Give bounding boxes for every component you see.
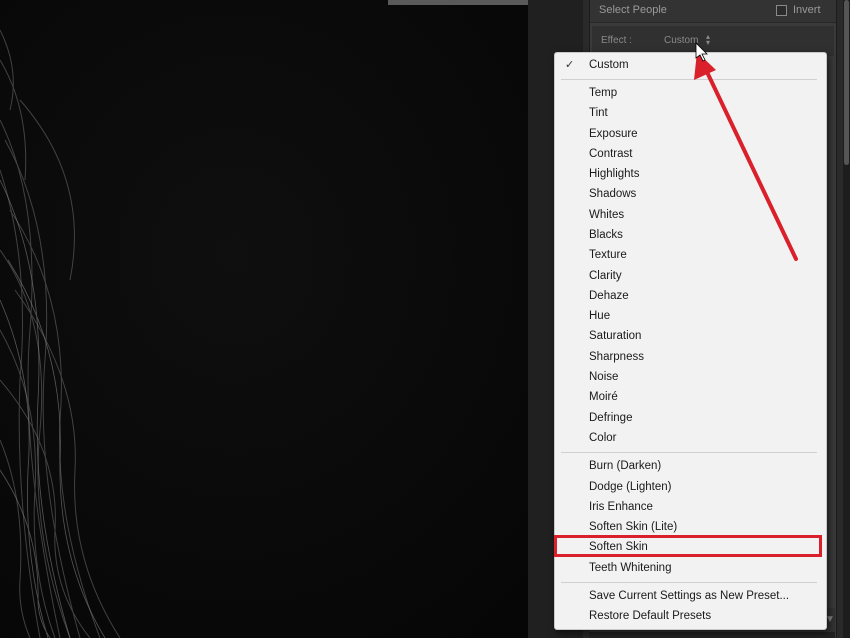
annotation-arrow	[694, 42, 798, 261]
